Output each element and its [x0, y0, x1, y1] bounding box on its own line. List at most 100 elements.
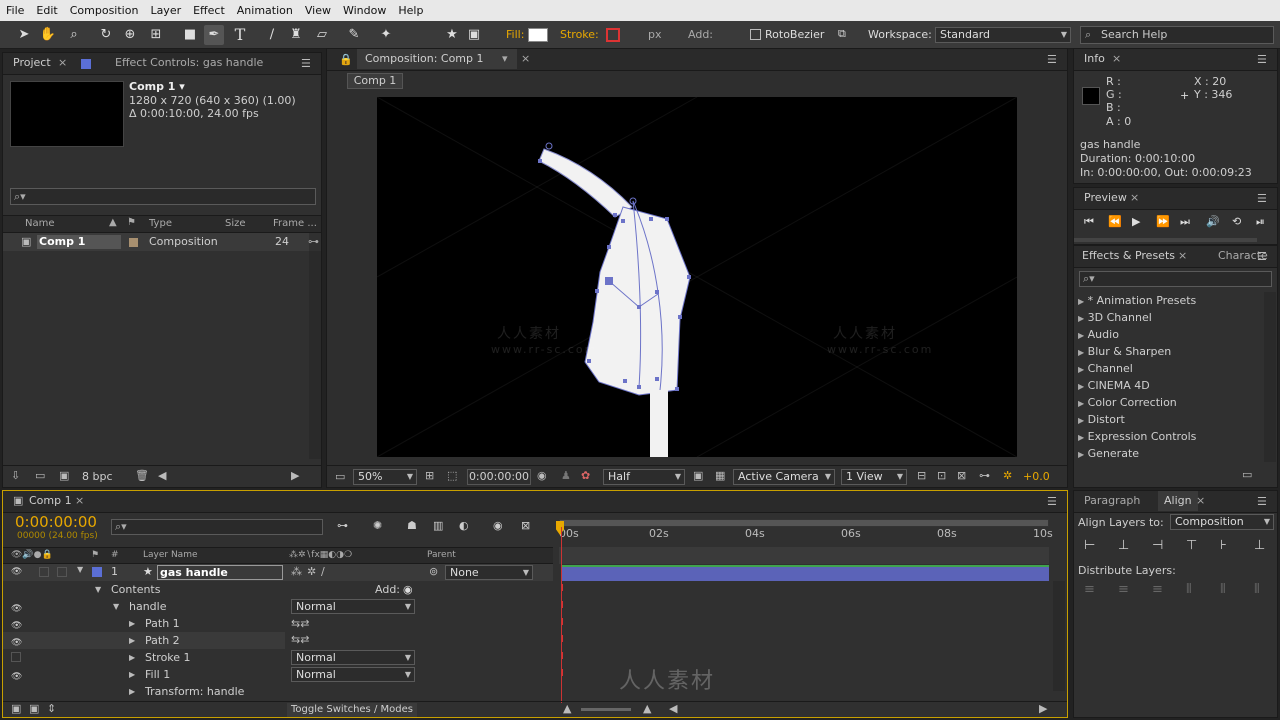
timeline-current-time[interactable]: 0:00:00:00	[15, 513, 97, 531]
list-item[interactable]: ▶ * Animation Presets	[1074, 292, 1264, 309]
tab-composition[interactable]: Composition: Comp 1	[357, 49, 517, 69]
expand-triangle-icon[interactable]: ▶	[129, 683, 135, 700]
keyframe-area[interactable]: I I I I I I 人人素材	[559, 581, 1049, 701]
tab-info[interactable]: Info	[1084, 49, 1105, 69]
lock-icon[interactable]: 🔒	[339, 53, 353, 66]
parent-select[interactable]: None	[445, 565, 533, 580]
resolution-select[interactable]: Half	[603, 469, 685, 485]
panel-menu-icon[interactable]: ☰	[301, 57, 315, 70]
roto-brush-tool-icon[interactable]: ✎	[344, 25, 364, 45]
col-type[interactable]: Type	[149, 218, 172, 229]
col-size[interactable]: Size	[225, 218, 246, 229]
zoom-out-icon[interactable]: ▲	[563, 702, 571, 715]
search-help-input[interactable]: ⌕ Search Help	[1080, 26, 1274, 44]
menu-edit[interactable]: Edit	[30, 4, 63, 17]
tab-paragraph[interactable]: Paragraph	[1084, 491, 1140, 511]
exposure-icon[interactable]: ✲	[1003, 469, 1012, 482]
tab-effect-controls[interactable]: Effect Controls: gas handle	[115, 53, 263, 73]
next-frame-icon[interactable]: ⏩	[1156, 215, 1170, 228]
visibility-toggle[interactable]	[11, 652, 21, 662]
add-property-icon[interactable]: ◉	[403, 581, 413, 598]
layer-row[interactable]: 👁 ▼ 1 ★ gas handle ⁂ ✲ ∕ ⊚ None	[3, 564, 553, 581]
ram-preview-icon[interactable]: ⏯	[1256, 215, 1265, 229]
text-tool-icon[interactable]: T	[230, 25, 250, 45]
work-area-bar[interactable]	[559, 519, 1049, 527]
label-color[interactable]	[129, 238, 138, 247]
trash-icon[interactable]: 🗑	[135, 469, 149, 482]
tab-project[interactable]: Project	[13, 53, 51, 73]
align-target-select[interactable]: Composition	[1170, 514, 1274, 530]
item-name[interactable]: Comp 1	[37, 235, 121, 249]
composition-dropdown-icon[interactable]: ▾	[502, 49, 508, 69]
list-item[interactable]: ▶ Audio	[1074, 326, 1264, 343]
zoom-tool-icon[interactable]: ⌕	[64, 25, 84, 45]
new-comp-icon[interactable]: ▣	[59, 469, 69, 482]
snapshot-icon[interactable]: ◉	[537, 469, 547, 482]
visibility-eye-icon[interactable]: 👁	[11, 618, 23, 631]
toggle-switches-modes-button[interactable]: Toggle Switches / Modes	[287, 703, 417, 717]
col-frame[interactable]: Frame ...	[273, 218, 317, 229]
property-row-path1[interactable]: 👁 ▶ Path 1 ⇆⇄	[3, 615, 553, 632]
list-item[interactable]: ▶ Blur & Sharpen	[1074, 343, 1264, 360]
time-ruler[interactable]: 00s 02s 04s 06s 08s 10s	[559, 527, 1053, 543]
list-item[interactable]: ▶ Channel	[1074, 360, 1264, 377]
layer-label-color[interactable]	[92, 567, 102, 577]
frame-blending-icon[interactable]: ▥	[433, 519, 443, 532]
pickwhip-icon[interactable]: ⊚	[429, 565, 438, 578]
preview-scrollbar[interactable]	[1074, 238, 1257, 242]
col-layer-name[interactable]: Layer Name	[143, 550, 198, 560]
comp-viewer-canvas[interactable]: 人人素材 www.rr-sc.com 人人素材 www.rr-sc.com	[377, 97, 1017, 457]
distribute-top-icon[interactable]: ≡	[1084, 582, 1095, 597]
menu-layer[interactable]: Layer	[144, 4, 187, 17]
close-icon[interactable]: ×	[1112, 49, 1121, 69]
close-icon[interactable]: ×	[1130, 188, 1139, 208]
toggle-transfer-controls-icon[interactable]: ▣	[29, 702, 39, 715]
list-item[interactable]: ▶ CINEMA 4D	[1074, 377, 1264, 394]
col-name[interactable]: Name	[25, 218, 55, 229]
handle-body-shape[interactable]	[584, 206, 691, 396]
transparency-grid-icon[interactable]: ▦	[715, 469, 725, 482]
mask-mode-icon[interactable]: ▣	[464, 25, 484, 45]
scroll-right-icon[interactable]: ▶	[1039, 702, 1047, 715]
switch-quality-icon[interactable]: ∕	[321, 565, 325, 578]
tab-timeline-comp[interactable]: Comp 1	[29, 491, 72, 511]
new-preset-icon[interactable]: ▭	[1242, 468, 1252, 481]
previous-frame-icon[interactable]: ⏪	[1108, 215, 1122, 228]
layer-name[interactable]: gas handle	[157, 565, 283, 580]
project-item-row[interactable]: ▣ Comp 1 Composition 24	[3, 233, 309, 251]
view-layout-select[interactable]: 1 View	[841, 469, 907, 485]
stroke-swatch[interactable]	[606, 28, 620, 42]
close-icon[interactable]: ×	[75, 491, 84, 511]
audio-icon[interactable]: 🔊	[1206, 215, 1220, 228]
list-item[interactable]: ▶ Color Correction	[1074, 394, 1264, 411]
interpret-footage-icon[interactable]: ⇩	[11, 469, 20, 482]
menu-effect[interactable]: Effect	[187, 4, 231, 17]
snap-icon[interactable]: ⧉	[838, 27, 846, 41]
camera-tool-icon[interactable]: ⊕	[120, 25, 140, 45]
property-row-transform[interactable]: ▶ Transform: handle	[3, 683, 553, 700]
menu-window[interactable]: Window	[337, 4, 392, 17]
panel-menu-icon[interactable]: ☰	[1257, 250, 1271, 263]
first-frame-icon[interactable]: ⏮	[1084, 215, 1094, 229]
project-search-input[interactable]: ⌕▾	[10, 188, 316, 205]
last-frame-icon[interactable]: ⏭	[1180, 215, 1190, 229]
panel-menu-icon[interactable]: ☰	[1257, 53, 1271, 66]
motion-blur-icon[interactable]: ◐	[459, 519, 469, 532]
close-icon[interactable]: ×	[1196, 491, 1205, 511]
path-direction-icon[interactable]: ⇆⇄	[291, 615, 309, 632]
loop-icon[interactable]: ⟲	[1232, 215, 1241, 228]
property-row-contents[interactable]: ▼ Contents Add: ◉	[3, 581, 553, 598]
play-icon[interactable]: ▶	[1132, 215, 1140, 228]
fill-swatch[interactable]	[528, 28, 548, 42]
selection-tool-icon[interactable]: ➤	[14, 25, 34, 45]
show-snapshot-icon[interactable]: ♟	[561, 469, 571, 482]
camera-select[interactable]: Active Camera	[733, 469, 835, 485]
flowchart-icon[interactable]: ⊶	[979, 469, 990, 482]
panel-menu-icon[interactable]: ☰	[1047, 53, 1061, 66]
lock-toggle[interactable]	[57, 567, 67, 577]
pan-behind-tool-icon[interactable]: ⊞	[146, 25, 166, 45]
rotobezier-checkbox[interactable]	[750, 29, 761, 40]
menu-help[interactable]: Help	[392, 4, 429, 17]
comp-mini-flowchart-icon[interactable]: ⊶	[337, 519, 348, 532]
expand-triangle-icon[interactable]: ▼	[77, 565, 83, 574]
